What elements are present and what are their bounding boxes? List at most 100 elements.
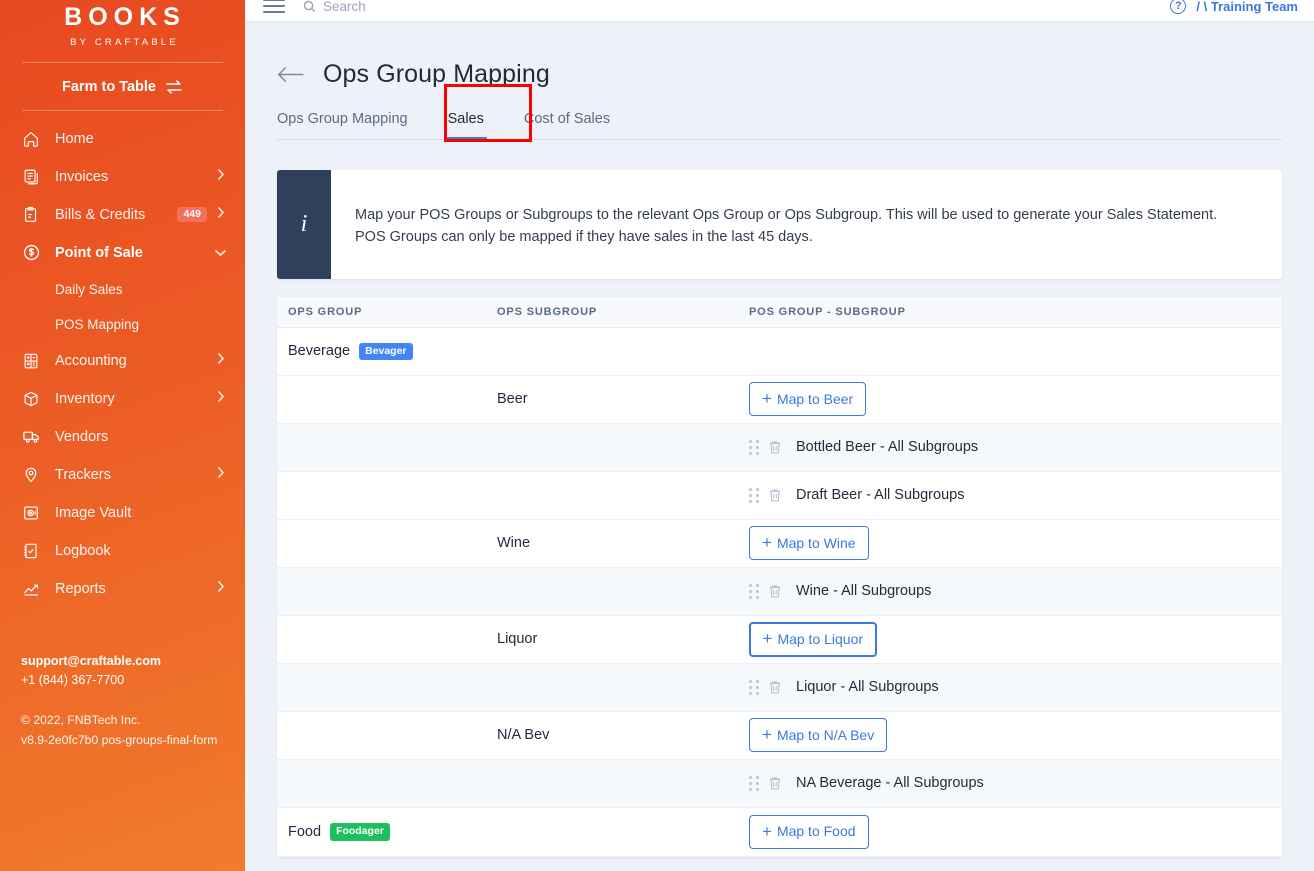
plus-icon: +: [762, 629, 773, 649]
chevron-right-icon: [217, 580, 227, 598]
sidebar-item-vendors[interactable]: Vendors: [0, 418, 245, 456]
user-account-label[interactable]: / \ Training Team: [1196, 0, 1298, 14]
application-root: BOOKS BY CRAFTABLE Farm to Table Home In…: [0, 0, 1314, 871]
sidebar-item-image-vault[interactable]: Image Vault: [0, 494, 245, 532]
info-glyph: i: [300, 211, 308, 238]
ops-group-name: Food: [288, 823, 322, 840]
mapped-item-label: Liquor - All Subgroups: [796, 679, 939, 696]
mapped-pos-item: NA Beverage - All Subgroups: [749, 775, 984, 791]
drag-handle-icon[interactable]: [749, 487, 759, 503]
sidebar-item-trackers[interactable]: Trackers: [0, 456, 245, 494]
sidebar-item-label: Inventory: [55, 390, 115, 407]
safe-icon: [21, 504, 41, 522]
clipboard-icon: [21, 206, 41, 224]
sidebar-item-label: Image Vault: [55, 504, 132, 521]
ops-subgroup-name: Liquor: [497, 631, 538, 648]
page-header: Ops Group Mapping: [277, 22, 1282, 89]
bills-count-badge: 449: [177, 206, 207, 223]
main-content: Search ? / \ Training Team Ops Group Map…: [245, 0, 1314, 871]
sidebar-item-label: Point of Sale: [55, 244, 143, 261]
tab-cost-of-sales[interactable]: Cost of Sales: [504, 111, 630, 139]
map-to-na-bev-button[interactable]: + Map to N/A Bev: [749, 718, 888, 753]
trash-icon[interactable]: [768, 584, 782, 599]
sidebar-item-logbook[interactable]: Logbook: [0, 532, 245, 570]
cell-pos-group: Liquor - All Subgroups: [749, 679, 1282, 695]
chevron-right-icon: [217, 390, 227, 408]
table-header-row: OPS GROUP OPS SUBGROUP POS GROUP - SUBGR…: [277, 296, 1282, 328]
sidebar-item-home[interactable]: Home: [0, 120, 245, 158]
info-banner-body: Map your POS Groups or Subgroups to the …: [331, 170, 1241, 279]
cell-pos-group: NA Beverage - All Subgroups: [749, 775, 1282, 791]
invoice-icon: [21, 168, 41, 186]
mapped-item-label: Draft Beer - All Subgroups: [796, 487, 965, 504]
chevron-right-icon: [217, 206, 227, 224]
table-row: Liquor - All Subgroups: [277, 663, 1282, 712]
version-text: v8.9-2e0fc7b0 pos-groups-final-form: [21, 732, 218, 747]
drag-handle-icon[interactable]: [749, 679, 759, 695]
info-banner: i Map your POS Groups or Subgroups to th…: [277, 170, 1282, 279]
map-button-label: Map to Food: [776, 823, 856, 840]
dollar-circle-icon: [21, 243, 41, 262]
table-row: NA Beverage - All Subgroups: [277, 759, 1282, 808]
drag-handle-icon[interactable]: [749, 583, 759, 599]
sidebar-item-label: Vendors: [55, 428, 109, 445]
sidebar-item-label: Home: [55, 130, 94, 147]
cell-pos-group: + Map to Beer: [749, 382, 1282, 417]
top-bar: Search ? / \ Training Team: [245, 0, 1314, 22]
table-row: Draft Beer - All Subgroups: [277, 471, 1282, 520]
sidebar-subitem-pos-mapping[interactable]: POS Mapping: [0, 307, 245, 342]
sidebar-item-reports[interactable]: Reports: [0, 570, 245, 608]
table-row: Liquor + Map to Liquor: [277, 615, 1282, 664]
cell-pos-group: + Map to N/A Bev: [749, 718, 1282, 753]
map-to-food-button[interactable]: + Map to Food: [749, 814, 869, 849]
trash-icon[interactable]: [768, 776, 782, 791]
cell-pos-group: + Map to Wine: [749, 526, 1282, 561]
tab-bar: Ops Group Mapping Sales Cost of Sales: [277, 84, 1282, 142]
cell-pos-group: + Map to Liquor: [749, 621, 1282, 657]
mapped-pos-item: Liquor - All Subgroups: [749, 679, 939, 695]
sidebar-footer: support@craftable.com +1 (844) 367-7700 …: [21, 652, 231, 750]
table-row: Food Foodager + Map to Food: [277, 807, 1282, 857]
sidebar-item-inventory[interactable]: Inventory: [0, 380, 245, 418]
help-icon[interactable]: ?: [1170, 0, 1187, 14]
drag-handle-icon[interactable]: [749, 439, 759, 455]
trash-icon[interactable]: [768, 440, 782, 455]
copyright-text: © 2022, FNBTech Inc.: [21, 712, 141, 727]
page-container: Ops Group Mapping Ops Group Mapping Sale…: [245, 22, 1314, 857]
column-header-pos-group-subgroup: POS GROUP - SUBGROUP: [749, 305, 906, 318]
trash-icon[interactable]: [768, 488, 782, 503]
plus-icon: +: [762, 389, 772, 409]
sidebar-item-point-of-sale[interactable]: Point of Sale: [0, 234, 245, 272]
search-placeholder: Search: [323, 0, 366, 14]
trash-icon[interactable]: [768, 680, 782, 695]
legal-block: © 2022, FNBTech Inc. v8.9-2e0fc7b0 pos-g…: [21, 711, 231, 751]
drag-handle-icon[interactable]: [749, 775, 759, 791]
sidebar-item-accounting[interactable]: Accounting: [0, 342, 245, 380]
table-row: Beer + Map to Beer: [277, 375, 1282, 424]
tab-sales[interactable]: Sales: [428, 111, 504, 139]
cell-ops-subgroup: Liquor: [497, 631, 749, 647]
table-row: Wine + Map to Wine: [277, 519, 1282, 568]
table-row: Bottled Beer - All Subgroups: [277, 423, 1282, 472]
map-to-beer-button[interactable]: + Map to Beer: [749, 382, 867, 417]
arrow-left-icon[interactable]: [277, 66, 304, 83]
map-to-liquor-button[interactable]: + Map to Liquor: [749, 621, 877, 657]
sidebar-item-bills-credits[interactable]: Bills & Credits 449: [0, 196, 245, 234]
sidebar-item-invoices[interactable]: Invoices: [0, 158, 245, 196]
mapped-pos-item: Bottled Beer - All Subgroups: [749, 439, 978, 455]
chevron-right-icon: [217, 466, 227, 484]
map-pin-icon: [21, 466, 41, 484]
top-bar-left: Search: [263, 0, 366, 21]
search-input[interactable]: Search: [303, 0, 366, 14]
hamburger-menu-icon[interactable]: [263, 0, 285, 13]
column-header-ops-subgroup: OPS SUBGROUP: [497, 305, 598, 318]
support-email[interactable]: support@craftable.com: [21, 652, 231, 671]
cell-pos-group: Wine - All Subgroups: [749, 583, 1282, 599]
tab-ops-group-mapping[interactable]: Ops Group Mapping: [277, 111, 428, 139]
sidebar-subitem-daily-sales[interactable]: Daily Sales: [0, 272, 245, 307]
search-icon: [303, 0, 316, 12]
map-to-wine-button[interactable]: + Map to Wine: [749, 526, 869, 561]
column-header-ops-group: OPS GROUP: [288, 305, 363, 318]
cell-ops-group: Food Foodager: [277, 823, 497, 841]
org-switcher[interactable]: Farm to Table: [0, 63, 245, 110]
